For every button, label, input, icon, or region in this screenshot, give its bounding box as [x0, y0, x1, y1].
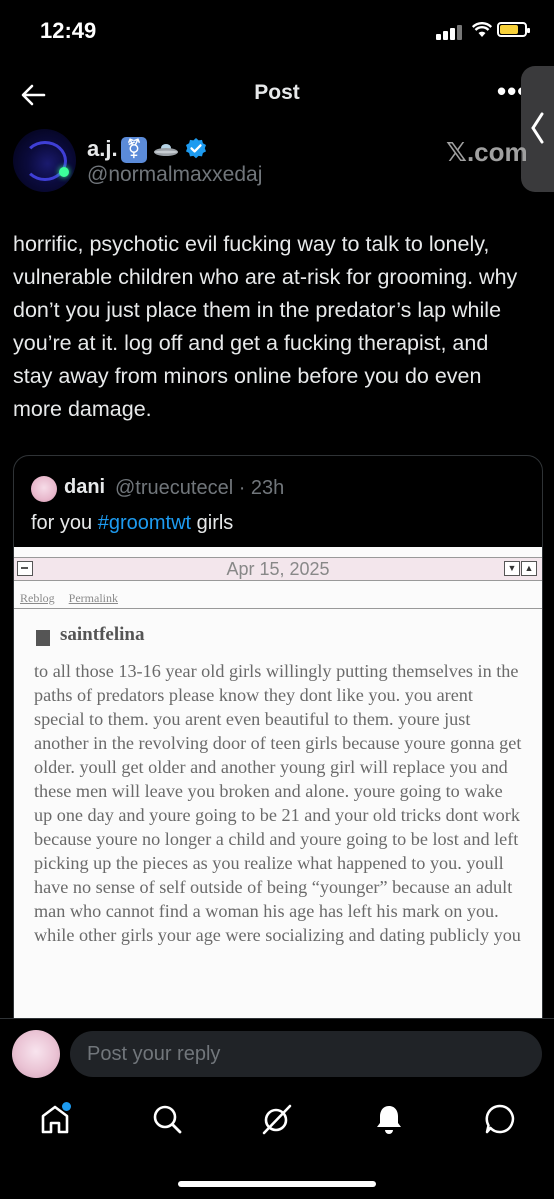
notification-dot [62, 1102, 71, 1111]
reply-bar [0, 1018, 554, 1091]
scroll-up-icon: ▲ [521, 561, 537, 576]
screenshot-body-text: to all those 13-16 year old girls willin… [34, 661, 522, 945]
quoted-post-text: for you #groomtwt girls [31, 512, 233, 535]
search-icon[interactable] [150, 1102, 184, 1136]
quoted-post-card[interactable]: dani @truecutecel · 23h for you #groomtw… [13, 455, 543, 1057]
screenshot-title-bar: Apr 15, 2025 ▼ ▲ [14, 557, 542, 581]
screenshot-username: saintfelina [60, 624, 145, 645]
screenshot-user-icon [36, 630, 50, 646]
author-name[interactable]: a.j. [87, 136, 118, 162]
battery-icon [497, 22, 530, 37]
status-time: 12:49 [40, 18, 97, 43]
quoted-text-after: girls [191, 512, 234, 534]
flying-saucer-icon [154, 144, 178, 156]
home-indicator [178, 1181, 376, 1187]
screenshot-links: Reblog Permalink [20, 591, 132, 606]
notifications-bell-icon[interactable] [372, 1102, 406, 1136]
scroll-down-icon: ▼ [504, 561, 520, 576]
reply-input[interactable] [70, 1031, 542, 1077]
page-title: Post [254, 81, 300, 104]
x-watermark: 𝕏.com [446, 137, 528, 167]
status-bar: 12:49 [0, 0, 554, 60]
grok-icon[interactable] [260, 1102, 294, 1136]
side-panel-handle[interactable] [521, 66, 554, 192]
verified-badge-icon [186, 138, 206, 159]
user-avatar[interactable] [12, 1030, 60, 1078]
chevron-left-icon [531, 112, 544, 144]
post-text: horrific, psychotic evil fucking way to … [13, 232, 518, 421]
messages-icon[interactable] [483, 1102, 517, 1136]
quoted-author-avatar [31, 476, 57, 502]
quoted-screenshot-image[interactable]: Apr 15, 2025 ▼ ▲ Reblog Permalink saintfe… [14, 547, 542, 1056]
permalink-link: Permalink [68, 591, 118, 605]
reblog-link: Reblog [20, 591, 55, 605]
author-handle[interactable]: @normalmaxxedaj [87, 163, 262, 187]
author-avatar[interactable] [13, 129, 76, 192]
screenshot-date: Apr 15, 2025 [226, 559, 330, 579]
cellular-signal-icon [436, 24, 464, 40]
transgender-symbol-icon: ⚧ [121, 137, 147, 163]
hashtag-link[interactable]: #groomtwt [98, 512, 191, 534]
quoted-author-handle: @truecutecel · 23h [115, 477, 285, 499]
quoted-text-before: for you [31, 512, 98, 534]
wifi-icon [472, 22, 492, 37]
quoted-author-name: dani [64, 476, 106, 498]
